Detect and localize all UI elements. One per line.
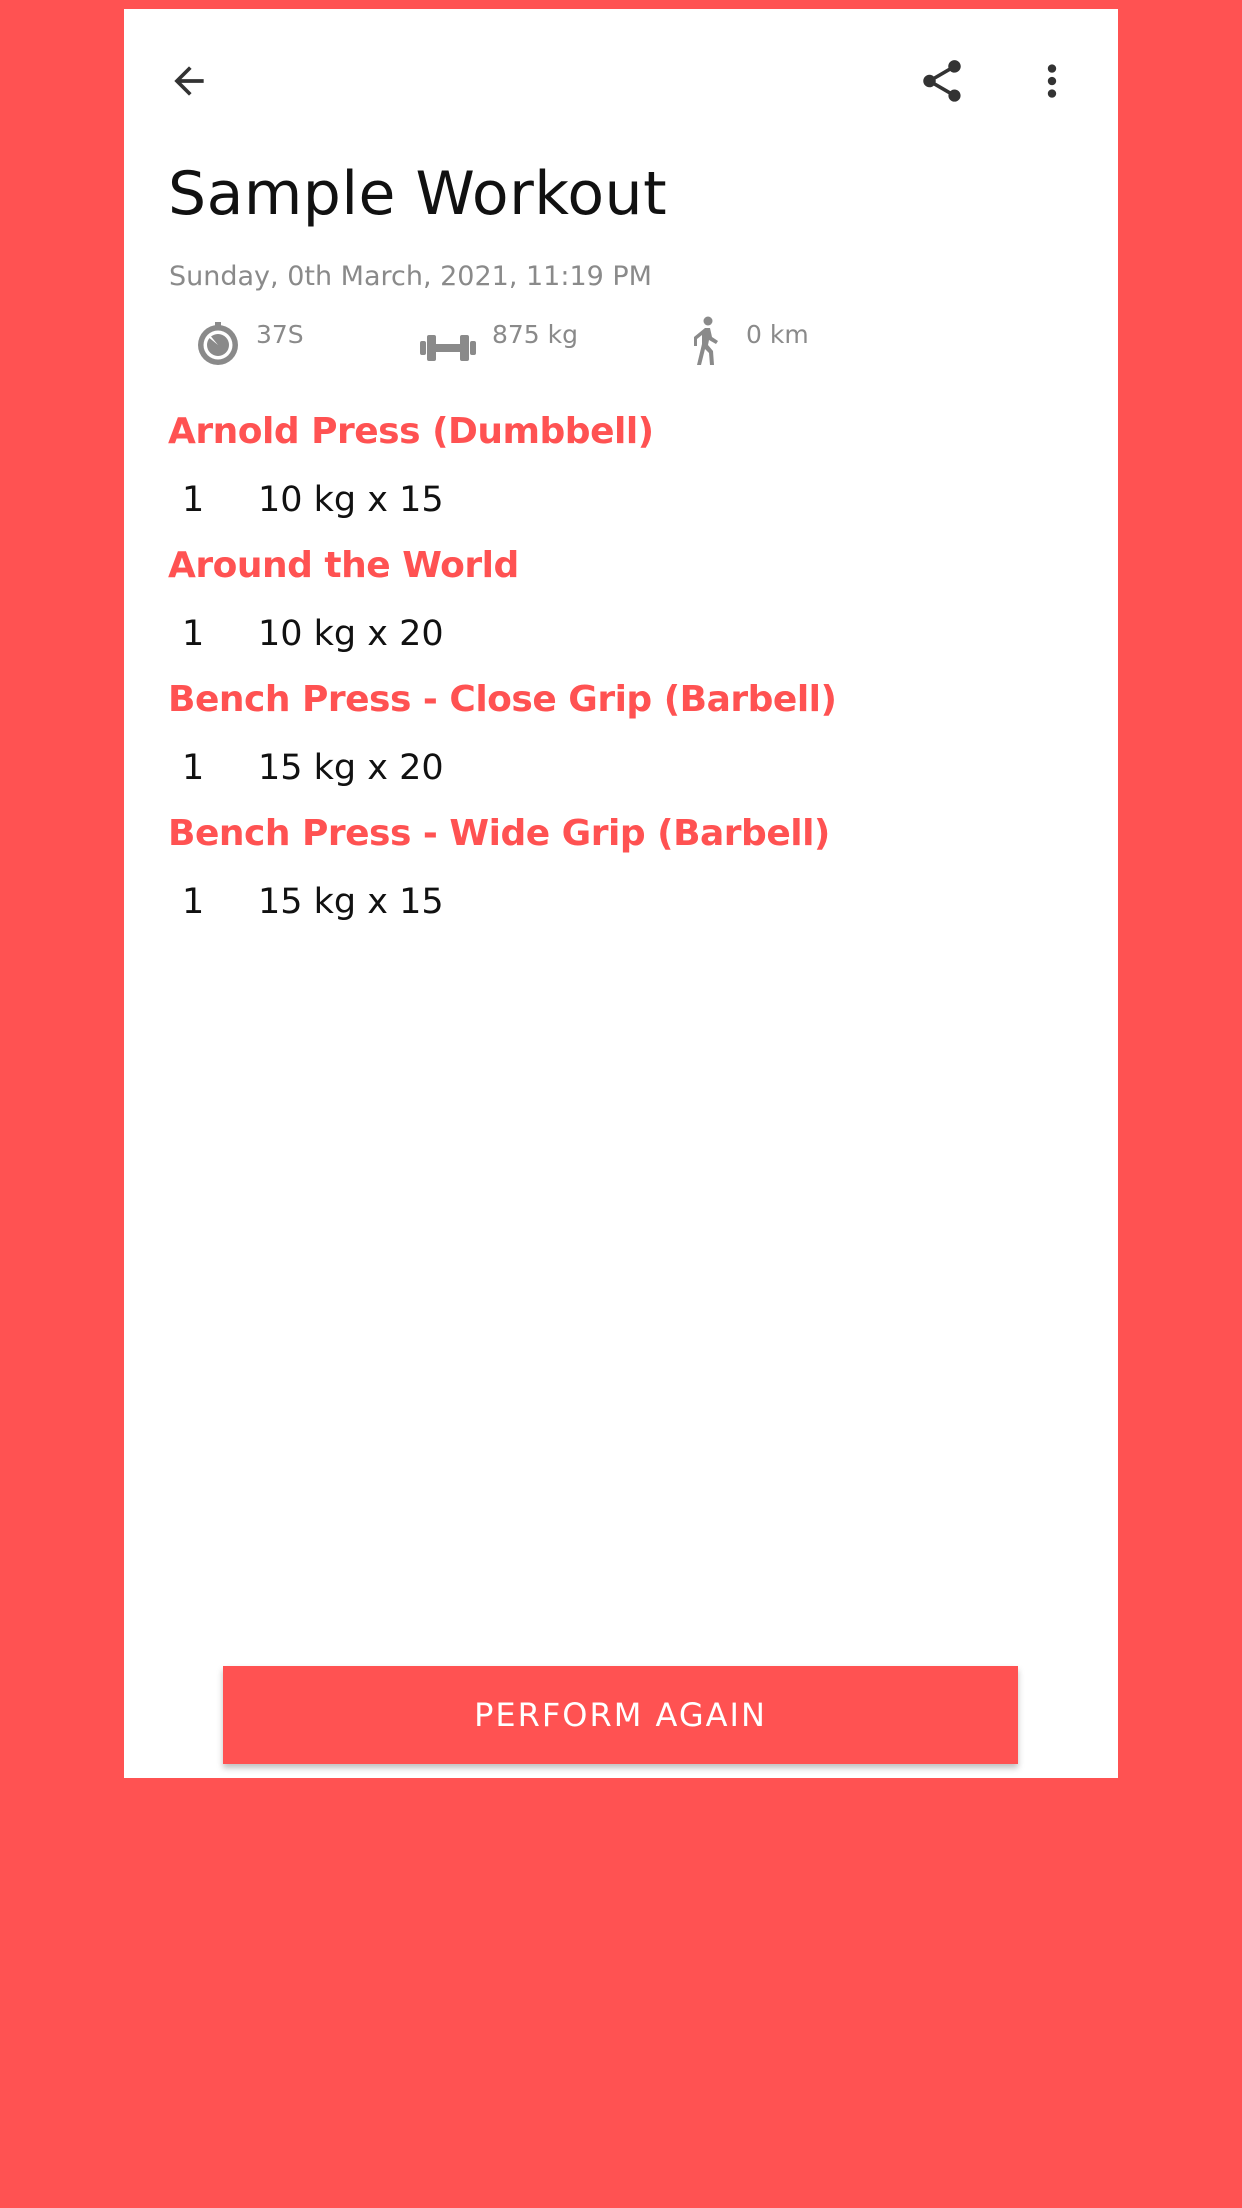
set-number: 1 [182, 882, 205, 922]
set-row: 1 15 kg x 20 [168, 740, 1068, 806]
exercise-name[interactable]: Around the World [168, 538, 1068, 606]
exercise-item: Arnold Press (Dumbbell) 1 10 kg x 15 [168, 404, 1068, 538]
distance-value: 0 km [746, 320, 809, 349]
more-options-button[interactable] [1012, 41, 1092, 121]
set-row: 1 10 kg x 20 [168, 606, 1068, 672]
set-detail: 15 kg x 15 [258, 882, 444, 922]
exercise-item: Around the World 1 10 kg x 20 [168, 538, 1068, 672]
duration-value: 37S [256, 320, 304, 349]
workout-date: Sunday, 0th March, 2021, 11:19 PM [169, 261, 652, 292]
exercise-item: Bench Press - Close Grip (Barbell) 1 15 … [168, 672, 1068, 806]
workout-title: Sample Workout [168, 159, 668, 229]
set-row: 1 15 kg x 15 [168, 874, 1068, 940]
arrow-back-icon [174, 66, 204, 96]
perform-again-button[interactable]: PERFORM AGAIN [223, 1666, 1018, 1764]
set-number: 1 [182, 480, 205, 520]
dumbbell-icon [420, 335, 476, 361]
exercise-name[interactable]: Arnold Press (Dumbbell) [168, 404, 1068, 472]
back-button[interactable] [149, 41, 229, 121]
set-row: 1 10 kg x 15 [168, 472, 1068, 538]
exercise-name[interactable]: Bench Press - Wide Grip (Barbell) [168, 806, 1068, 874]
set-number: 1 [182, 748, 205, 788]
exercise-item: Bench Press - Wide Grip (Barbell) 1 15 k… [168, 806, 1068, 940]
more-vert-icon [1047, 64, 1057, 98]
timer-icon [198, 322, 238, 365]
workout-stats: 37S 875 kg 0 km [124, 311, 1118, 381]
share-icon [923, 60, 961, 102]
set-detail: 10 kg x 20 [258, 614, 444, 654]
walk-icon [694, 316, 718, 365]
set-detail: 10 kg x 15 [258, 480, 444, 520]
workout-detail-card: Sample Workout Sunday, 0th March, 2021, … [124, 9, 1118, 1778]
exercise-list: Arnold Press (Dumbbell) 1 10 kg x 15 Aro… [168, 404, 1068, 940]
set-detail: 15 kg x 20 [258, 748, 444, 788]
weight-value: 875 kg [492, 320, 579, 349]
set-number: 1 [182, 614, 205, 654]
share-button[interactable] [902, 41, 982, 121]
exercise-name[interactable]: Bench Press - Close Grip (Barbell) [168, 672, 1068, 740]
